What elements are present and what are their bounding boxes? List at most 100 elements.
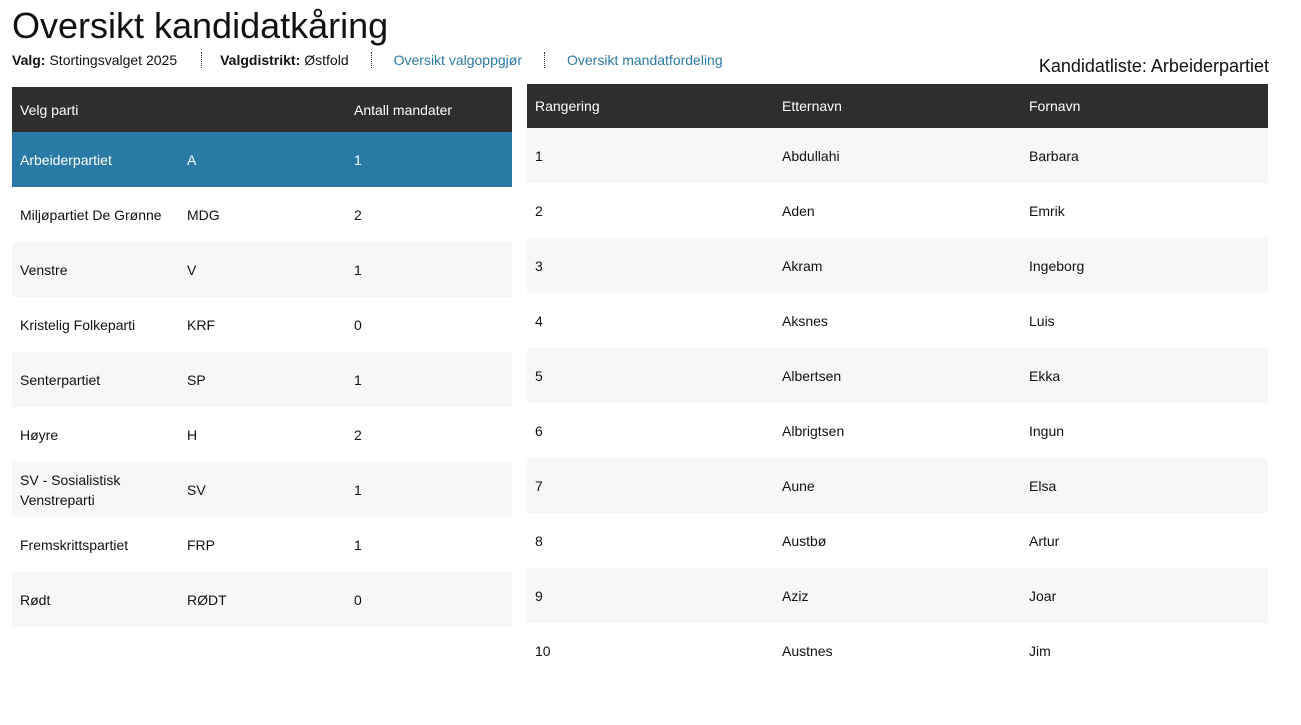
page-title: Oversikt kandidatkåring [12,5,389,46]
election-label: Valg: [12,52,46,68]
lastname-cell: Aziz [782,587,809,604]
rank-cell: 10 [535,642,551,659]
lastname-cell: Abdullahi [782,147,840,164]
candidate-table: Rangering Etternavn Fornavn 1 Abdullahi Ba… [527,84,1268,678]
party-name-cell: Senterpartiet [20,371,101,388]
election-info: Valg: Stortingsvalget 2025 [12,52,177,68]
candidate-row: 4 Aksnes Luis [527,293,1268,348]
election-value: Stortingsvalget 2025 [49,52,178,68]
rank-cell: 8 [535,532,543,549]
firstname-cell: Elsa [1029,477,1057,494]
party-seats-cell: 1 [354,481,362,498]
firstname-cell: Artur [1029,532,1060,549]
party-name-cell: Venstre [20,261,68,278]
party-seats-cell: 1 [354,261,362,278]
party-row[interactable]: Venstre V 1 [12,242,512,297]
party-name-cell: Fremskrittspartiet [20,536,129,553]
party-abbr-cell: SV [187,481,206,498]
rank-cell: 2 [535,202,543,219]
separator [370,52,372,68]
party-name-cell: SV - Sosialistisk Venstreparti [20,471,121,508]
rank-cell: 5 [535,367,543,384]
mandate-overview-link[interactable]: Oversikt mandatfordeling [567,52,723,68]
candidate-row: 9 Aziz Joar [527,568,1268,623]
party-abbr-cell: MDG [187,206,220,223]
party-abbr-cell: V [187,261,197,278]
separator [544,52,545,68]
candidate-row: 1 Abdullahi Barbara [527,128,1268,183]
rank-cell: 9 [535,587,543,604]
party-column-header: Velg parti [12,87,179,132]
party-seats-cell: 0 [354,316,362,333]
firstname-cell: Jim [1029,642,1051,659]
party-row[interactable]: Fremskrittspartiet FRP 1 [12,517,512,572]
lastname-cell: Albrigtsen [782,422,845,439]
separator [201,52,203,68]
party-row[interactable]: Kristelig Folkeparti KRF 0 [12,297,512,352]
firstname-cell: Joar [1029,587,1057,604]
party-seats-cell: 1 [354,371,362,388]
lastname-cell: Aune [782,477,815,494]
lastname-cell: Aksnes [782,312,828,329]
party-row[interactable]: Miljøpartiet De Grønne MDG 2 [12,187,512,242]
candidate-table-header: Rangering Etternavn Fornavn [527,84,1268,128]
party-seats-cell: 1 [354,536,362,553]
firstname-column-header: Fornavn [1021,84,1268,128]
rank-cell: 4 [535,312,543,329]
party-abbr-cell: SP [187,371,206,388]
candidate-row: 10 Austnes Jim [527,623,1268,678]
party-name-cell: Arbeiderpartiet [20,151,112,168]
party-seats-cell: 1 [354,151,362,168]
party-row[interactable]: Høyre H 2 [12,407,512,462]
party-name-cell: Miljøpartiet De Grønne [20,206,162,223]
lastname-cell: Akram [782,257,823,274]
party-seats-cell: 0 [354,591,362,608]
rank-cell: 7 [535,477,543,494]
party-name-cell: Høyre [20,426,59,443]
party-table: Velg parti Antall mandater Arbeiderparti… [12,87,512,627]
party-abbr-cell: FRP [187,536,215,553]
party-row[interactable]: SV - Sosialistisk Venstreparti SV 1 [12,462,512,517]
rank-cell: 3 [535,257,543,274]
candidate-row: 2 Aden Emrik [527,183,1268,238]
party-row[interactable]: Arbeiderpartiet A 1 [12,132,512,187]
firstname-cell: Ingun [1029,422,1065,439]
party-table-header: Velg parti Antall mandater [12,87,512,132]
firstname-cell: Ingeborg [1029,257,1085,274]
firstname-cell: Emrik [1029,202,1065,219]
lastname-cell: Albertsen [782,367,842,384]
rank-cell: 1 [535,147,543,164]
party-abbr-cell: A [187,151,197,168]
party-row[interactable]: Rødt RØDT 0 [12,572,512,627]
candidate-row: 8 Austbø Artur [527,513,1268,568]
abbr-column-header [179,87,346,132]
election-meta-bar: Valg: Stortingsvalget 2025 Valgdistrikt:… [12,50,723,70]
district-value: Østfold [304,52,349,68]
party-abbr-cell: RØDT [187,591,227,608]
seats-column-header: Antall mandater [346,87,512,132]
district-info: Valgdistrikt: Østfold [220,52,349,68]
party-seats-cell: 2 [354,206,362,223]
district-label: Valgdistrikt: [220,52,301,68]
settlement-overview-link[interactable]: Oversikt valgoppgjør [394,52,522,68]
party-seats-cell: 2 [354,426,362,443]
rank-cell: 6 [535,422,543,439]
lastname-cell: Austbø [782,532,827,549]
firstname-cell: Luis [1029,312,1055,329]
candidate-row: 3 Akram Ingeborg [527,238,1268,293]
party-abbr-cell: KRF [187,316,215,333]
party-row[interactable]: Senterpartiet SP 1 [12,352,512,407]
firstname-cell: Barbara [1029,147,1079,164]
rank-column-header: Rangering [527,84,774,128]
party-name-cell: Kristelig Folkeparti [20,316,136,333]
party-name-cell: Rødt [20,591,51,608]
candidate-row: 5 Albertsen Ekka [527,348,1268,403]
lastname-cell: Austnes [782,642,833,659]
lastname-column-header: Etternavn [774,84,1021,128]
firstname-cell: Ekka [1029,367,1061,384]
candidate-row: 6 Albrigtsen Ingun [527,403,1268,458]
party-abbr-cell: H [187,426,198,443]
lastname-cell: Aden [782,202,815,219]
candidate-row: 7 Aune Elsa [527,458,1268,513]
candidate-list-title: Kandidatliste: Arbeiderpartiet [1038,56,1269,76]
